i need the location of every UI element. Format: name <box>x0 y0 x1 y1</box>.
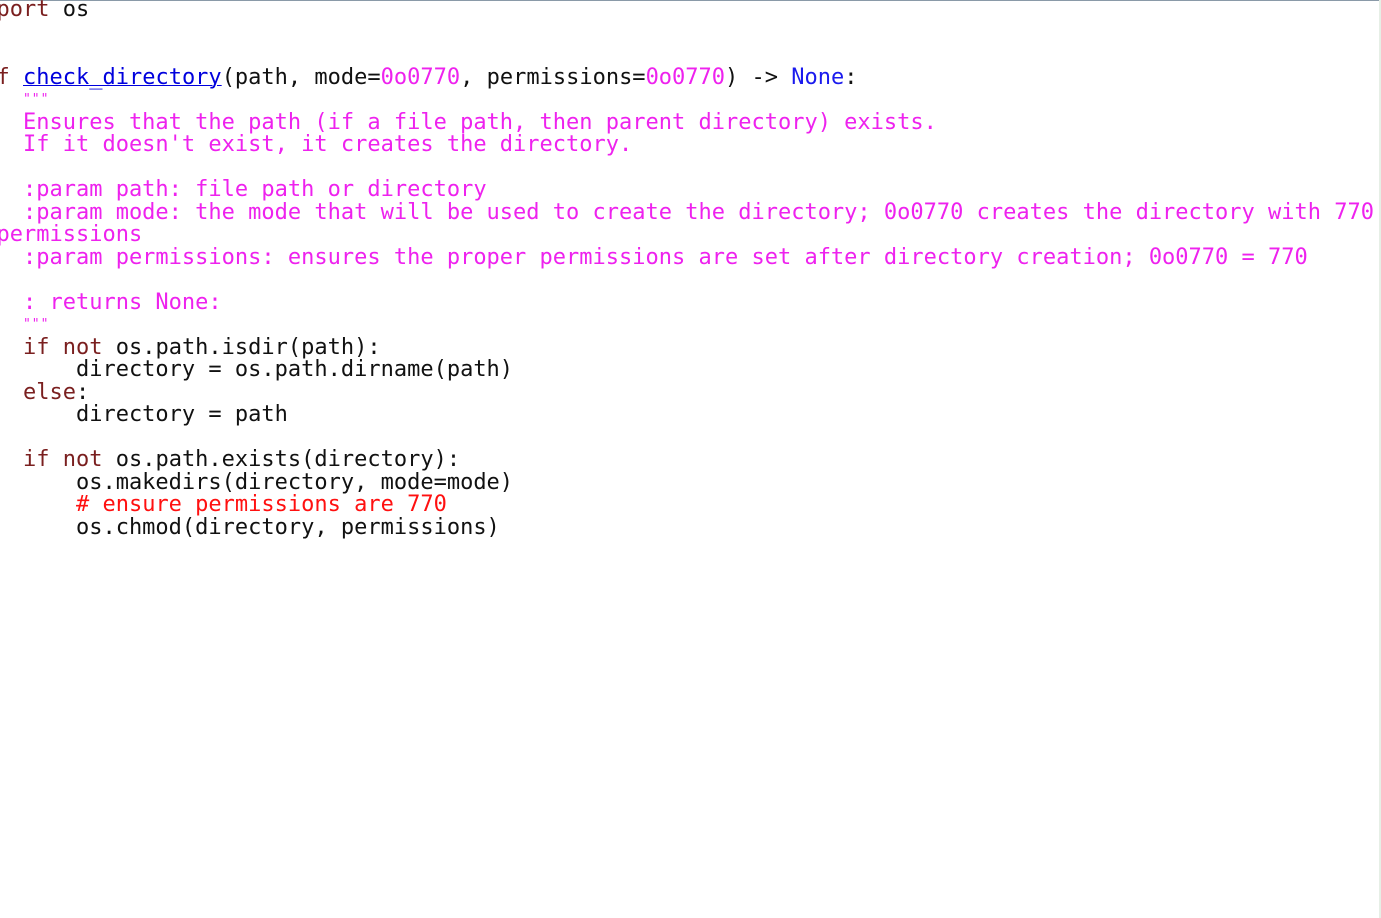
token: 0o0770 <box>645 64 726 90</box>
token: (path, mode= <box>221 64 381 90</box>
code-editor[interactable]: import os def check_directory(path, mode… <box>0 0 1379 918</box>
token: if not <box>22 334 103 360</box>
code-line-docstring-open: """ <box>0 89 1374 112</box>
token: os.path.isdir(path): <box>102 334 381 360</box>
token: : returns None: <box>22 289 222 315</box>
token: os <box>49 0 90 22</box>
token: 0o0770 <box>380 64 461 90</box>
code-line-blank-3 <box>0 157 1374 180</box>
code-line-blank-2 <box>0 44 1374 67</box>
token: directory = path <box>0 402 288 427</box>
code-line-if-isdir: if not os.path.isdir(path): <box>0 334 1374 360</box>
code-line-assign-path: directory = path <box>0 402 1374 427</box>
token: :param path: file path or directory <box>0 177 487 202</box>
code-line-comment-line: # ensure permissions are 770 <box>0 492 1374 517</box>
token: None <box>791 64 845 90</box>
code-line-makedirs-line: os.makedirs(directory, mode=mode) <box>0 469 1374 495</box>
code-line-else-line: else: <box>0 379 1374 405</box>
token: directory = os.path.dirname(path) <box>0 357 514 382</box>
code-line-doc-line-1: Ensures that the path (if a file path, t… <box>0 109 1374 135</box>
token: # ensure permissions are 770 <box>75 492 447 517</box>
token: import <box>0 0 50 22</box>
token: If it doesn't exist, it creates the dire… <box>0 132 633 157</box>
token: if not <box>22 447 103 472</box>
code-line-import-line: import os <box>0 0 1374 22</box>
token: : <box>844 64 858 90</box>
code-line-doc-param-mode: :param mode: the mode that will be used … <box>0 199 1374 225</box>
token: else <box>22 379 76 405</box>
token: os.path.exists(directory): <box>102 447 461 472</box>
token: def <box>0 64 10 90</box>
code-line-assign-dirname: directory = os.path.dirname(path) <box>0 357 1374 382</box>
code-line-blank-5 <box>0 427 1374 450</box>
token: : <box>75 379 90 405</box>
code-line-doc-returns: : returns None: <box>0 289 1374 315</box>
token: """ <box>22 92 50 107</box>
code-line-blank-4 <box>0 269 1374 292</box>
token: """ <box>22 317 50 332</box>
token: os.makedirs(directory, mode=mode) <box>0 469 514 495</box>
code-line-doc-line-2: If it doesn't exist, it creates the dire… <box>0 132 1374 157</box>
token: Ensures that the path (if a file path, t… <box>0 109 937 135</box>
code-line-doc-param-mode-wrap: 0 permissions <box>0 222 1374 247</box>
code-line-blank-1 <box>0 22 1374 45</box>
code-line-if-exists: if not os.path.exists(directory): <box>0 447 1374 472</box>
code-text[interactable]: import os def check_directory(path, mode… <box>0 0 1374 539</box>
token: ) -> <box>725 64 792 90</box>
token: , permissions= <box>460 64 646 90</box>
token: os.chmod(directory, permissions) <box>0 514 500 540</box>
token: check_directory <box>23 64 222 90</box>
code-line-doc-param-permissions: :param permissions: ensures the proper p… <box>0 244 1374 270</box>
code-line-def-line: def check_directory(path, mode=0o0770, p… <box>0 64 1374 90</box>
code-line-doc-param-path: :param path: file path or directory <box>0 177 1374 202</box>
token: :param mode: the mode that will be used … <box>0 199 1374 225</box>
token: 0 permissions <box>0 222 143 247</box>
code-line-chmod-line: os.chmod(directory, permissions) <box>0 514 1374 540</box>
token: :param permissions: ensures the proper p… <box>0 244 1308 270</box>
code-line-docstring-close: """ <box>0 314 1374 337</box>
